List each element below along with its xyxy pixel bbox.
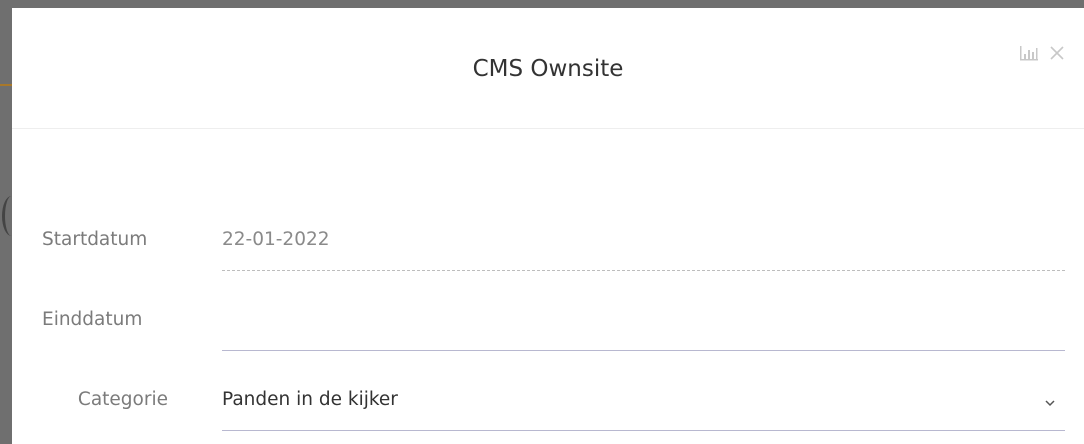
- header-actions: [1018, 42, 1068, 64]
- start-date-label: Startdatum: [42, 229, 148, 250]
- category-selected-value: Panden in de kijker: [222, 389, 398, 410]
- start-date-field[interactable]: 22-01-2022: [222, 208, 1065, 271]
- end-date-label: Einddatum: [42, 309, 143, 330]
- end-date-field[interactable]: [222, 288, 1065, 351]
- modal-title: CMS Ownsite: [472, 56, 624, 82]
- category-row: Categorie Panden in de kijker: [12, 368, 1084, 444]
- category-select[interactable]: Panden in de kijker: [222, 368, 1065, 431]
- settings-form: Startdatum 22-01-2022 Einddatum Categori…: [12, 208, 1084, 444]
- bar-chart-icon[interactable]: [1018, 42, 1040, 64]
- modal-header: CMS Ownsite: [12, 8, 1084, 129]
- start-date-row: Startdatum 22-01-2022: [12, 208, 1084, 288]
- end-date-row: Einddatum: [12, 288, 1084, 368]
- backdrop-accent-line: [0, 84, 12, 86]
- chevron-down-icon: [1045, 400, 1055, 407]
- category-label: Categorie: [77, 389, 168, 410]
- cms-modal: CMS Ownsite Startdatum 22-01-2022 Eindda…: [12, 8, 1084, 444]
- close-icon[interactable]: [1046, 42, 1068, 64]
